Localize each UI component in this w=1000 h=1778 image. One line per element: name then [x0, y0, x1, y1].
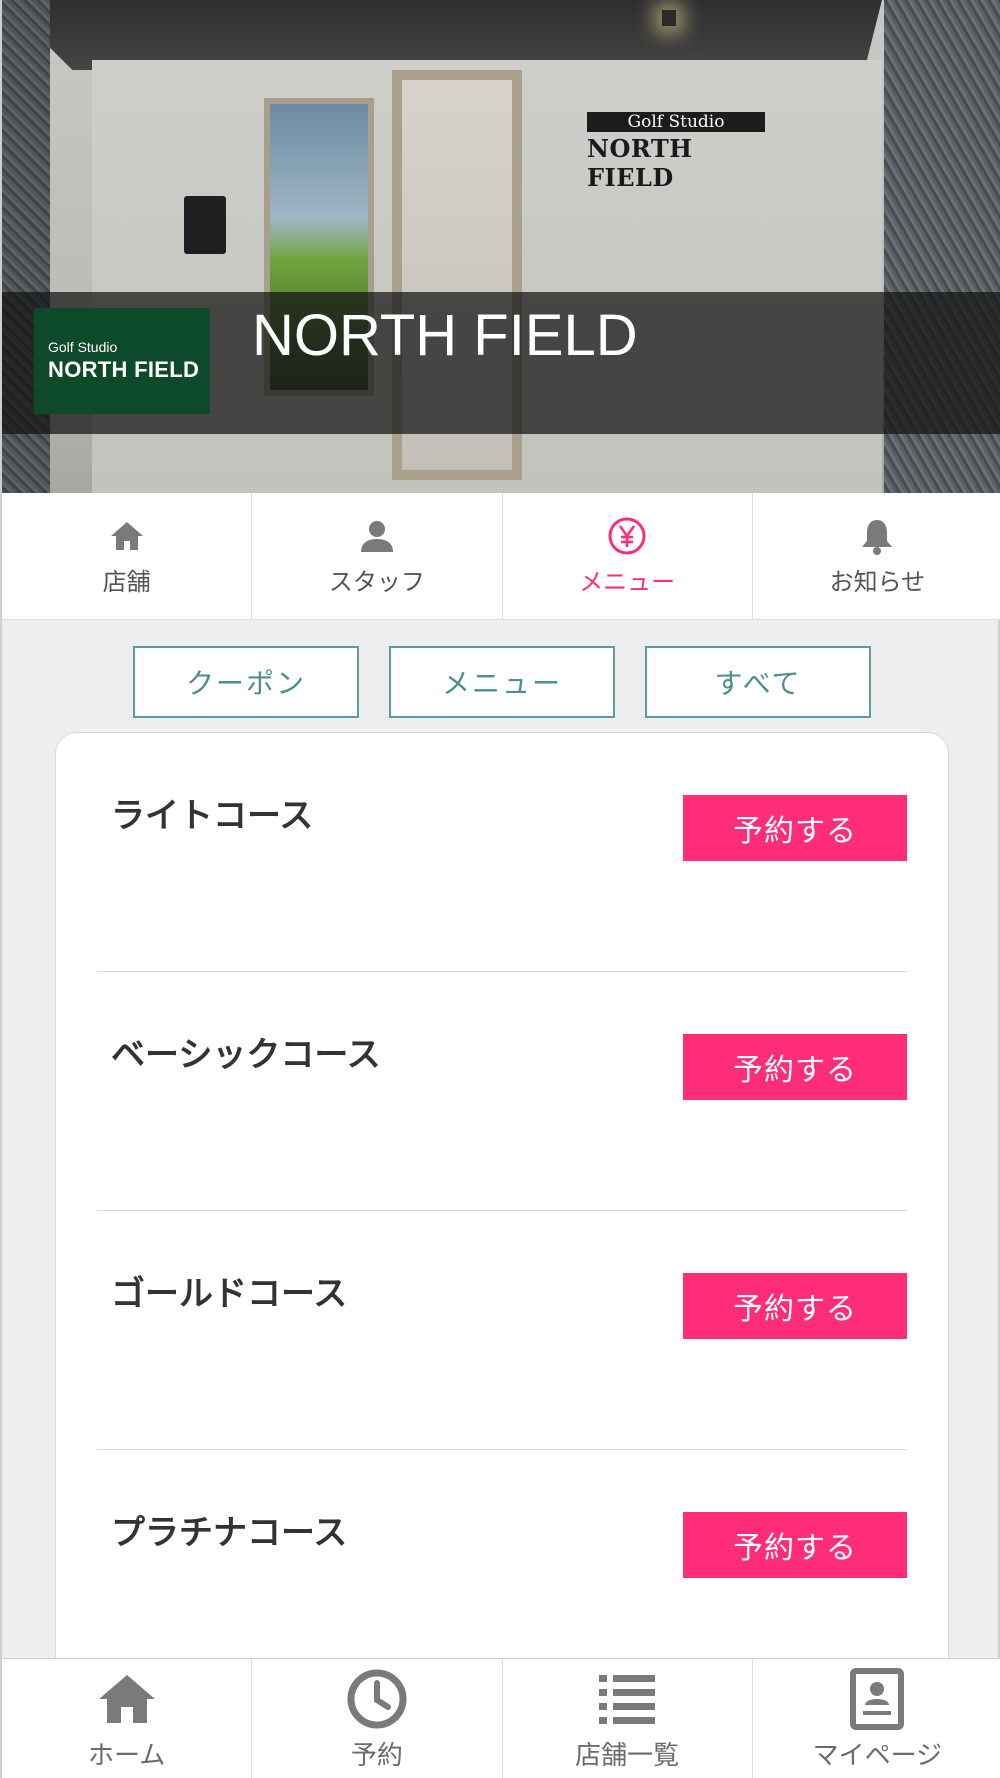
menu-item-name: プラチナコース	[111, 1513, 348, 1553]
wall-sign: Golf Studio NORTH FIELD	[587, 112, 765, 192]
bottom-nav: ホーム 予約 店舗一覧 マイページ	[2, 1658, 1000, 1778]
nav-mypage[interactable]: マイページ	[753, 1659, 1000, 1778]
filter-bar: クーポン メニュー すべて	[2, 646, 1000, 718]
nav-home[interactable]: ホーム	[2, 1659, 253, 1778]
book-button[interactable]: 予約する	[683, 1273, 907, 1339]
menu-item: ライトコース 予約する	[97, 733, 907, 972]
tab-staff[interactable]: スタッフ	[252, 493, 503, 619]
person-icon	[360, 520, 393, 552]
wall-lamp	[662, 10, 676, 26]
menu-item: ベーシックコース 予約する	[97, 972, 907, 1211]
shop-logo: Golf Studio NORTH FIELD	[34, 308, 210, 414]
menu-list-card: ライトコース 予約する ベーシックコース 予約する ゴールドコース 予約する プ…	[55, 732, 949, 1672]
nav-mypage-label: マイページ	[812, 1741, 943, 1771]
home-icon	[110, 521, 143, 550]
nav-store-list-label: 店舗一覧	[575, 1741, 680, 1771]
yen-icon	[608, 517, 646, 554]
home-icon	[98, 1675, 155, 1723]
nav-store-list[interactable]: 店舗一覧	[503, 1659, 753, 1778]
book-button[interactable]: 予約する	[683, 1034, 907, 1100]
wall-sign-small: Golf Studio	[587, 112, 765, 132]
logo-small-text: Golf Studio	[48, 339, 118, 355]
menu-item-name: ゴールドコース	[111, 1274, 348, 1314]
tab-menu-label: メニュー	[579, 567, 676, 596]
tab-menu[interactable]: メニュー	[503, 493, 753, 619]
nav-home-label: ホーム	[88, 1741, 166, 1771]
menu-item: プラチナコース 予約する	[97, 1450, 907, 1671]
mailbox	[184, 196, 226, 254]
menu-item-name: ライトコース	[111, 796, 314, 836]
book-button[interactable]: 予約する	[683, 1512, 907, 1578]
tab-staff-label: スタッフ	[328, 567, 425, 596]
list-icon	[599, 1675, 656, 1724]
category-tabs: 店舗 スタッフ メニュー お知らせ	[2, 493, 1000, 620]
shop-name: NORTH FIELD	[252, 303, 638, 368]
clock-icon	[347, 1669, 407, 1729]
wall-sign-main: NORTH FIELD	[587, 134, 693, 192]
nav-reservation[interactable]: 予約	[252, 1659, 503, 1778]
logo-main-text: NORTH FIELD	[48, 357, 200, 382]
tab-news[interactable]: お知らせ	[753, 493, 1000, 619]
tab-store[interactable]: 店舗	[2, 493, 253, 619]
filter-menu-button[interactable]: メニュー	[389, 646, 615, 718]
tab-news-label: お知らせ	[829, 567, 926, 596]
menu-item: ゴールドコース 予約する	[97, 1211, 907, 1450]
tab-store-label: 店舗	[102, 567, 151, 596]
hero-image: Golf Studio NORTH FIELD Golf Studio NORT…	[2, 0, 1000, 493]
profile-card-icon	[850, 1668, 905, 1730]
filter-all-button[interactable]: すべて	[645, 646, 871, 718]
menu-item-name: ベーシックコース	[111, 1035, 381, 1075]
bell-icon	[862, 519, 893, 555]
book-button[interactable]: 予約する	[683, 795, 907, 861]
nav-reservation-label: 予約	[350, 1741, 403, 1771]
filter-coupon-button[interactable]: クーポン	[133, 646, 359, 718]
